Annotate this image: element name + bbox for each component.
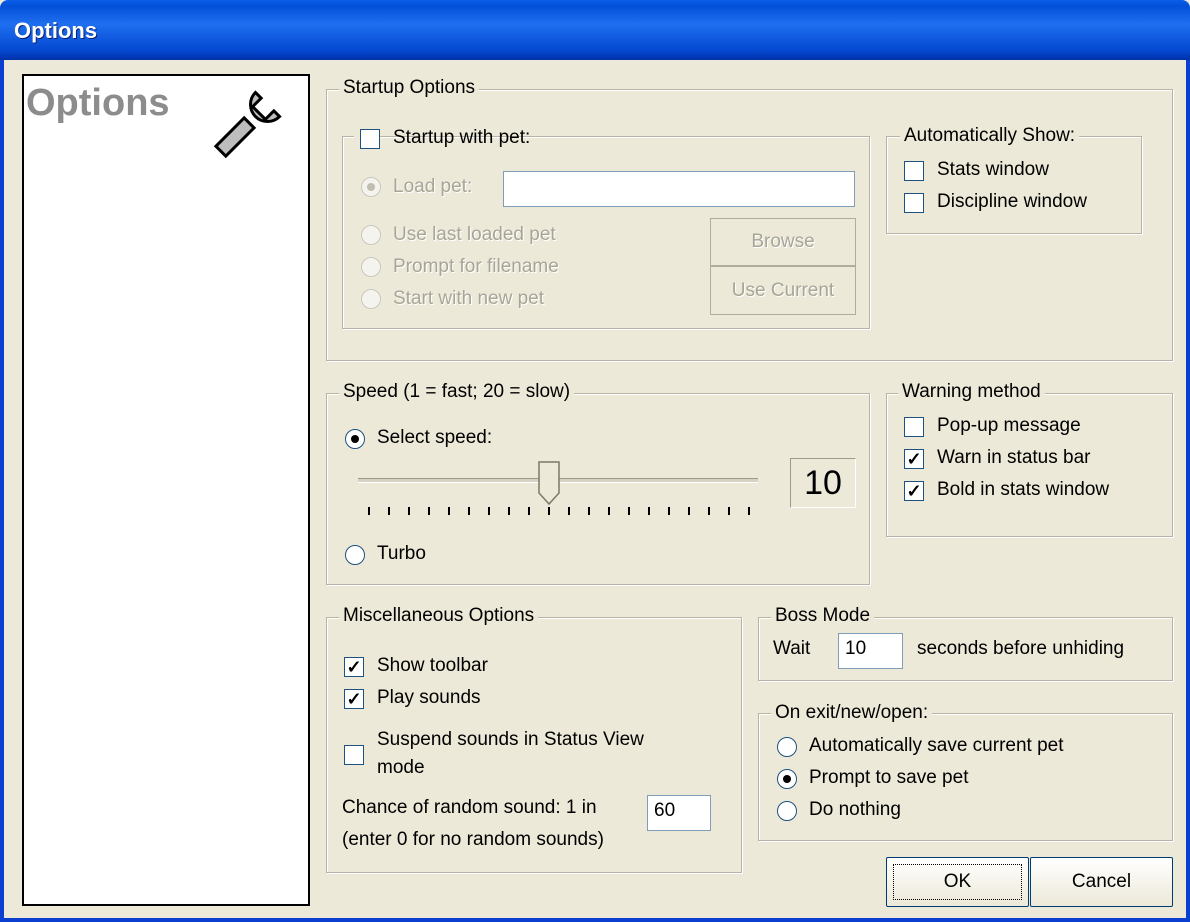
- bold-stats-window-checkbox[interactable]: ✓: [904, 481, 924, 501]
- do-nothing-label: Do nothing: [809, 799, 901, 820]
- play-sounds-label: Play sounds: [377, 687, 481, 708]
- prompt-filename-radio[interactable]: [361, 257, 381, 277]
- warning-method-legend: Warning method: [898, 381, 1045, 403]
- ok-button[interactable]: OK: [886, 857, 1029, 907]
- use-last-loaded-radio[interactable]: [361, 225, 381, 245]
- window-frame-bottom: [0, 918, 1190, 922]
- boss-wait-input[interactable]: 10: [838, 633, 903, 669]
- popup-message-checkbox[interactable]: [904, 417, 924, 437]
- title-bar[interactable]: [0, 0, 1190, 60]
- startup-options-legend: Startup Options: [339, 77, 480, 99]
- auto-save-label: Automatically save current pet: [809, 735, 1064, 756]
- window-title: Options: [14, 18, 98, 43]
- warn-status-bar-label: Warn in status bar: [937, 447, 1091, 468]
- on-exit-legend: On exit/new/open:: [771, 702, 933, 724]
- do-nothing-radio[interactable]: [777, 801, 797, 821]
- discipline-window-label: Discipline window: [937, 191, 1087, 212]
- boss-wait-suffix: seconds before unhiding: [917, 638, 1125, 659]
- boss-wait-label: Wait: [773, 638, 811, 659]
- chance-random-sound-input[interactable]: 60: [647, 795, 711, 831]
- ok-button-focus-ring: [893, 864, 1022, 900]
- discipline-window-checkbox[interactable]: [904, 193, 924, 213]
- select-speed-radio[interactable]: [345, 429, 365, 449]
- speed-slider-ticks: [368, 507, 750, 515]
- load-pet-radio[interactable]: [361, 177, 381, 197]
- chance-random-sound-hint: (enter 0 for no random sounds): [342, 829, 604, 850]
- side-panel-title: Options: [26, 82, 170, 124]
- turbo-label: Turbo: [377, 543, 426, 564]
- window-frame-left: [0, 60, 4, 922]
- turbo-radio[interactable]: [345, 545, 365, 565]
- wrench-icon: [213, 90, 282, 159]
- use-last-loaded-label: Use last loaded pet: [393, 224, 556, 245]
- auto-save-radio[interactable]: [777, 737, 797, 757]
- select-speed-label: Select speed:: [377, 427, 493, 448]
- warn-status-bar-checkbox[interactable]: ✓: [904, 449, 924, 469]
- start-new-pet-radio[interactable]: [361, 289, 381, 309]
- stats-window-checkbox[interactable]: [904, 161, 924, 181]
- prompt-save-radio[interactable]: [777, 769, 797, 789]
- load-pet-input[interactable]: [503, 171, 855, 207]
- speed-slider-thumb[interactable]: [538, 461, 560, 505]
- chance-random-sound-label: Chance of random sound: 1 in: [342, 797, 597, 818]
- auto-show-legend: Automatically Show:: [900, 125, 1080, 147]
- suspend-sounds-label-line2: mode: [377, 757, 425, 778]
- misc-options-legend: Miscellaneous Options: [339, 605, 539, 627]
- stats-window-label: Stats window: [937, 159, 1049, 180]
- speed-value-display: 10: [790, 458, 856, 508]
- side-panel: Options: [22, 74, 310, 906]
- startup-with-pet-label: Startup with pet:: [393, 127, 531, 148]
- startup-with-pet-checkbox[interactable]: [360, 129, 380, 149]
- suspend-sounds-label-line1: Suspend sounds in Status View: [377, 729, 644, 750]
- show-toolbar-label: Show toolbar: [377, 655, 488, 676]
- use-current-button[interactable]: Use Current: [710, 266, 856, 315]
- cancel-button[interactable]: Cancel: [1030, 857, 1173, 907]
- prompt-filename-label: Prompt for filename: [393, 256, 559, 277]
- load-pet-label: Load pet:: [393, 176, 473, 197]
- popup-message-label: Pop-up message: [937, 415, 1081, 436]
- show-toolbar-checkbox[interactable]: ✓: [344, 657, 364, 677]
- window-frame-right: [1186, 60, 1190, 922]
- prompt-save-label: Prompt to save pet: [809, 767, 969, 788]
- play-sounds-checkbox[interactable]: ✓: [344, 689, 364, 709]
- auto-show-group: [886, 136, 1142, 234]
- speed-legend: Speed (1 = fast; 20 = slow): [339, 381, 575, 403]
- start-new-pet-label: Start with new pet: [393, 288, 545, 309]
- suspend-sounds-checkbox[interactable]: [344, 745, 364, 765]
- bold-stats-window-label: Bold in stats window: [937, 479, 1110, 500]
- browse-button[interactable]: Browse: [710, 218, 856, 266]
- boss-mode-legend: Boss Mode: [771, 605, 875, 627]
